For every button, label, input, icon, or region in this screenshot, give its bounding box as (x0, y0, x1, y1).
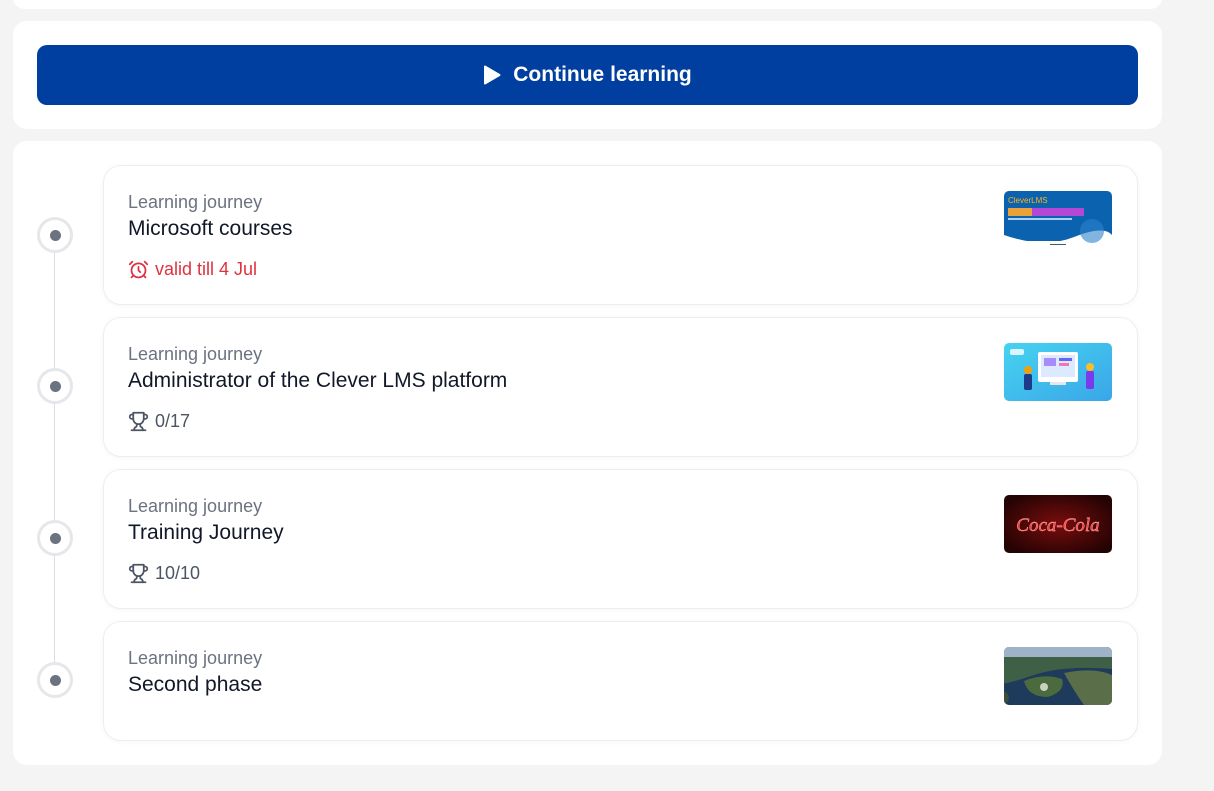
deadline-text: valid till 4 Jul (155, 259, 258, 279)
journey-deadline: valid till 4 Jul (128, 259, 257, 280)
journey-type-label: Learning journey (128, 344, 263, 364)
timeline-node (37, 520, 73, 556)
trophy-icon (128, 411, 149, 432)
journey-card-microsoft-courses[interactable]: Learning journey Microsoft courses valid… (103, 165, 1138, 305)
journey-type-label: Learning journey (128, 496, 263, 516)
journey-card-second-phase[interactable]: Learning journey Second phase (103, 621, 1138, 741)
journey-thumbnail: CleverLMS (1004, 191, 1112, 249)
timeline-line (54, 236, 55, 681)
timeline-node (37, 217, 73, 253)
journey-title: Administrator of the Clever LMS platform (128, 369, 508, 392)
journey-thumbnail: Coca-Cola (1004, 495, 1112, 553)
continue-learning-button[interactable]: Continue learning (37, 45, 1138, 105)
trophy-icon (128, 563, 149, 584)
journey-type-label: Learning journey (128, 192, 263, 212)
alarm-clock-icon (128, 259, 149, 280)
journey-progress: 0/17 (128, 411, 190, 432)
continue-learning-label: Continue learning (513, 63, 692, 86)
journey-card-clever-lms-admin[interactable]: Learning journey Administrator of the Cl… (103, 317, 1138, 457)
journey-title: Second phase (128, 673, 263, 696)
journey-thumbnail (1004, 647, 1112, 705)
previous-panel (13, 0, 1162, 9)
journey-progress: 10/10 (128, 563, 200, 584)
journey-title: Microsoft courses (128, 217, 293, 240)
journey-title: Training Journey (128, 521, 284, 544)
journey-card-training-journey[interactable]: Learning journey Training Journey 10/10 … (103, 469, 1138, 609)
svg-text:Coca-Cola: Coca-Cola (1016, 515, 1099, 536)
journey-type-label: Learning journey (128, 648, 263, 668)
timeline-node (37, 662, 73, 698)
continue-panel: Continue learning (13, 21, 1162, 129)
progress-text: 0/17 (155, 411, 191, 431)
svg-text:CleverLMS: CleverLMS (1008, 196, 1048, 205)
progress-text: 10/10 (155, 563, 201, 583)
journey-list-panel: Learning journey Microsoft courses valid… (13, 141, 1162, 765)
play-icon (483, 65, 501, 85)
timeline-node (37, 368, 73, 404)
journey-thumbnail (1004, 343, 1112, 401)
